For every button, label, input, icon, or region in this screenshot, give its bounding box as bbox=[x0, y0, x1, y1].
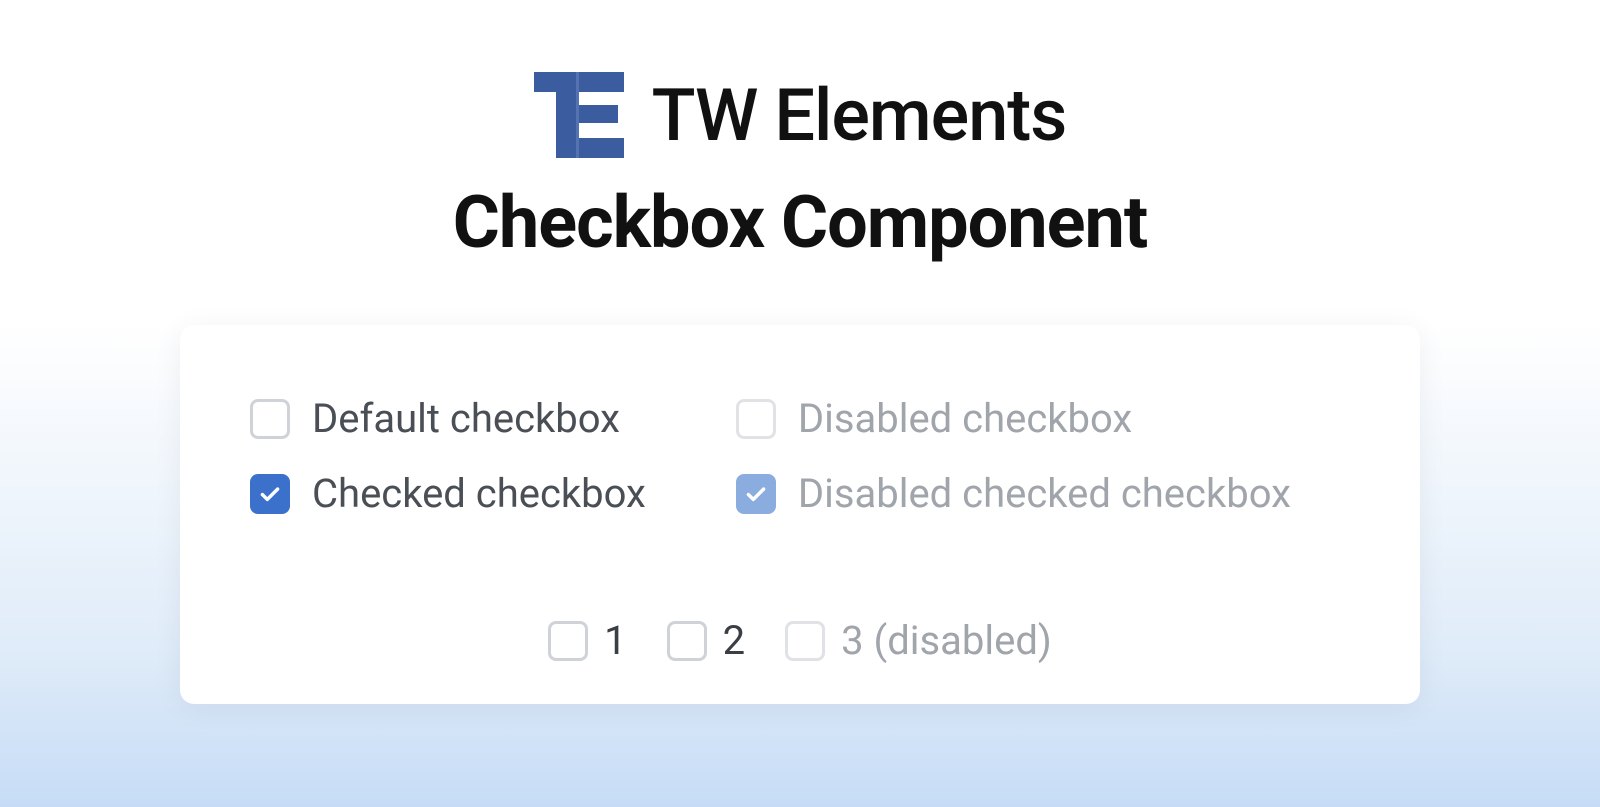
inline-checkbox-3-label: 3 (disabled) bbox=[841, 617, 1052, 664]
inline-checkbox-2[interactable] bbox=[667, 621, 707, 661]
checkbox-disabled-checked bbox=[736, 474, 776, 514]
demo-card: Default checkbox Checked checkbox Disabl… bbox=[180, 325, 1420, 704]
check-icon bbox=[743, 481, 769, 507]
inline-checkbox-2-item: 2 bbox=[667, 617, 745, 664]
brand-logo-icon bbox=[534, 70, 624, 160]
checkbox-checked[interactable] bbox=[250, 474, 290, 514]
checkbox-disabled-checked-item: Disabled checked checkbox bbox=[736, 470, 1291, 517]
col-disabled: Disabled checkbox Disabled checked check… bbox=[736, 395, 1291, 517]
inline-checkbox-1-item: 1 bbox=[548, 617, 626, 664]
checkbox-checked-item: Checked checkbox bbox=[250, 470, 646, 517]
checkbox-disabled bbox=[736, 399, 776, 439]
inline-checkbox-2-label[interactable]: 2 bbox=[723, 617, 745, 664]
checkbox-checked-label[interactable]: Checked checkbox bbox=[312, 470, 646, 517]
col-enabled: Default checkbox Checked checkbox bbox=[250, 395, 646, 517]
checkbox-default[interactable] bbox=[250, 399, 290, 439]
inline-checkbox-1-label[interactable]: 1 bbox=[604, 617, 626, 664]
page-header: TW Elements Checkbox Component bbox=[453, 70, 1147, 265]
checkbox-disabled-item: Disabled checkbox bbox=[736, 395, 1291, 442]
checkbox-disabled-label: Disabled checkbox bbox=[798, 395, 1132, 442]
brand-name: TW Elements bbox=[652, 73, 1067, 158]
check-icon bbox=[257, 481, 283, 507]
checkbox-disabled-checked-label: Disabled checked checkbox bbox=[798, 470, 1291, 517]
checkbox-default-label[interactable]: Default checkbox bbox=[312, 395, 620, 442]
inline-checkbox-1[interactable] bbox=[548, 621, 588, 661]
inline-checkbox-3 bbox=[785, 621, 825, 661]
inline-checkboxes-row: 1 2 3 (disabled) bbox=[250, 617, 1350, 664]
page-title: Checkbox Component bbox=[453, 180, 1147, 265]
brand-row: TW Elements bbox=[534, 70, 1067, 160]
inline-checkbox-3-item: 3 (disabled) bbox=[785, 617, 1052, 664]
checkbox-examples-row: Default checkbox Checked checkbox Disabl… bbox=[250, 395, 1350, 517]
checkbox-default-item: Default checkbox bbox=[250, 395, 646, 442]
